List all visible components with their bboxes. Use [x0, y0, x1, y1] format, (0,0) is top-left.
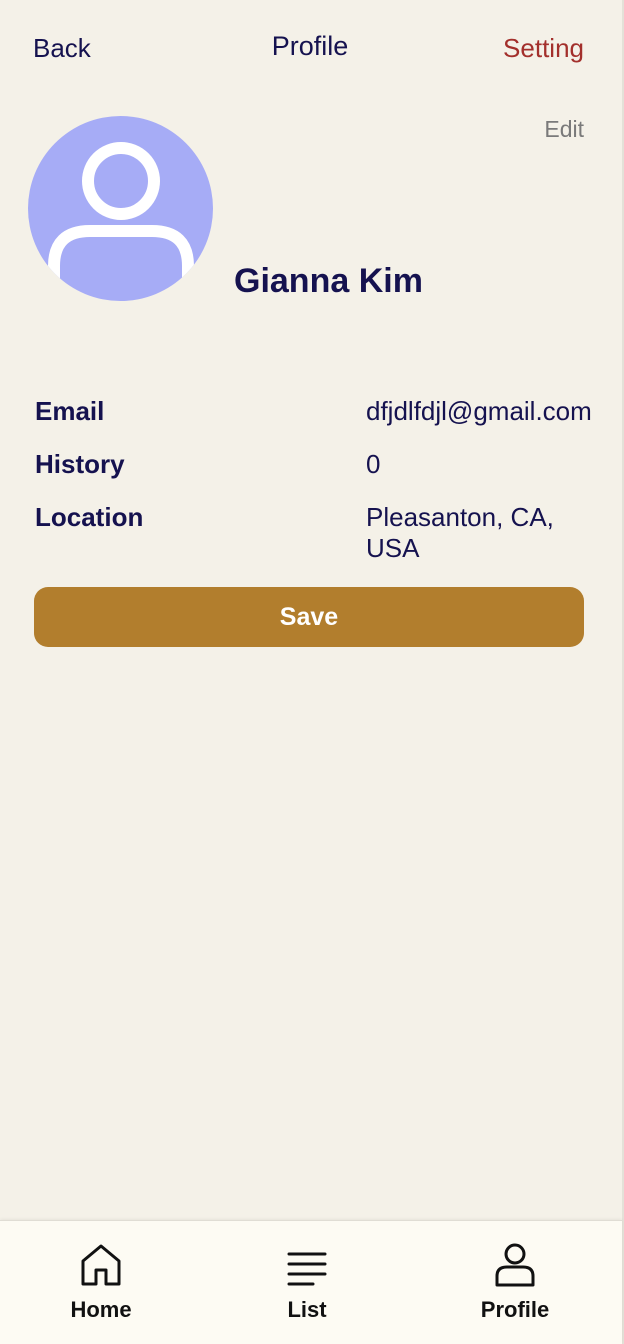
info-row-location: Location Pleasanton, CA, USA [35, 498, 585, 563]
bottom-tab-bar: Home List Profile [0, 1220, 622, 1344]
tab-list[interactable]: List [237, 1221, 377, 1344]
location-value: Pleasanton, CA, USA [366, 502, 554, 563]
tab-profile[interactable]: Profile [445, 1221, 585, 1344]
email-value: dfjdlfdjl@gmail.com [366, 396, 592, 426]
setting-button[interactable]: Setting [503, 33, 584, 64]
info-row-history: History 0 [35, 445, 585, 498]
tab-home[interactable]: Home [31, 1221, 171, 1344]
user-name: Gianna Kim [234, 262, 423, 300]
list-icon [287, 1239, 327, 1287]
location-label: Location [35, 502, 144, 532]
edit-button[interactable]: Edit [544, 116, 584, 143]
info-row-email: Email dfjdlfdjl@gmail.com [35, 392, 592, 445]
tab-profile-label: Profile [480, 1297, 550, 1322]
user-avatar-icon [48, 142, 194, 301]
profile-screen: Back Profile Setting Edit Gianna Kim Ema… [0, 0, 624, 1344]
history-value: 0 [366, 449, 381, 479]
avatar[interactable] [28, 116, 213, 301]
profile-info-list: Email dfjdlfdjl@gmail.com History 0 Loca… [35, 392, 592, 563]
top-navigation-bar: Back Profile Setting [0, 0, 620, 100]
tab-list-label: List [287, 1297, 327, 1322]
email-label: Email [35, 396, 105, 426]
home-icon [80, 1239, 122, 1287]
tab-home-label: Home [70, 1297, 132, 1322]
profile-icon [494, 1239, 536, 1287]
history-label: History [35, 449, 125, 479]
save-button[interactable]: Save [34, 587, 584, 647]
